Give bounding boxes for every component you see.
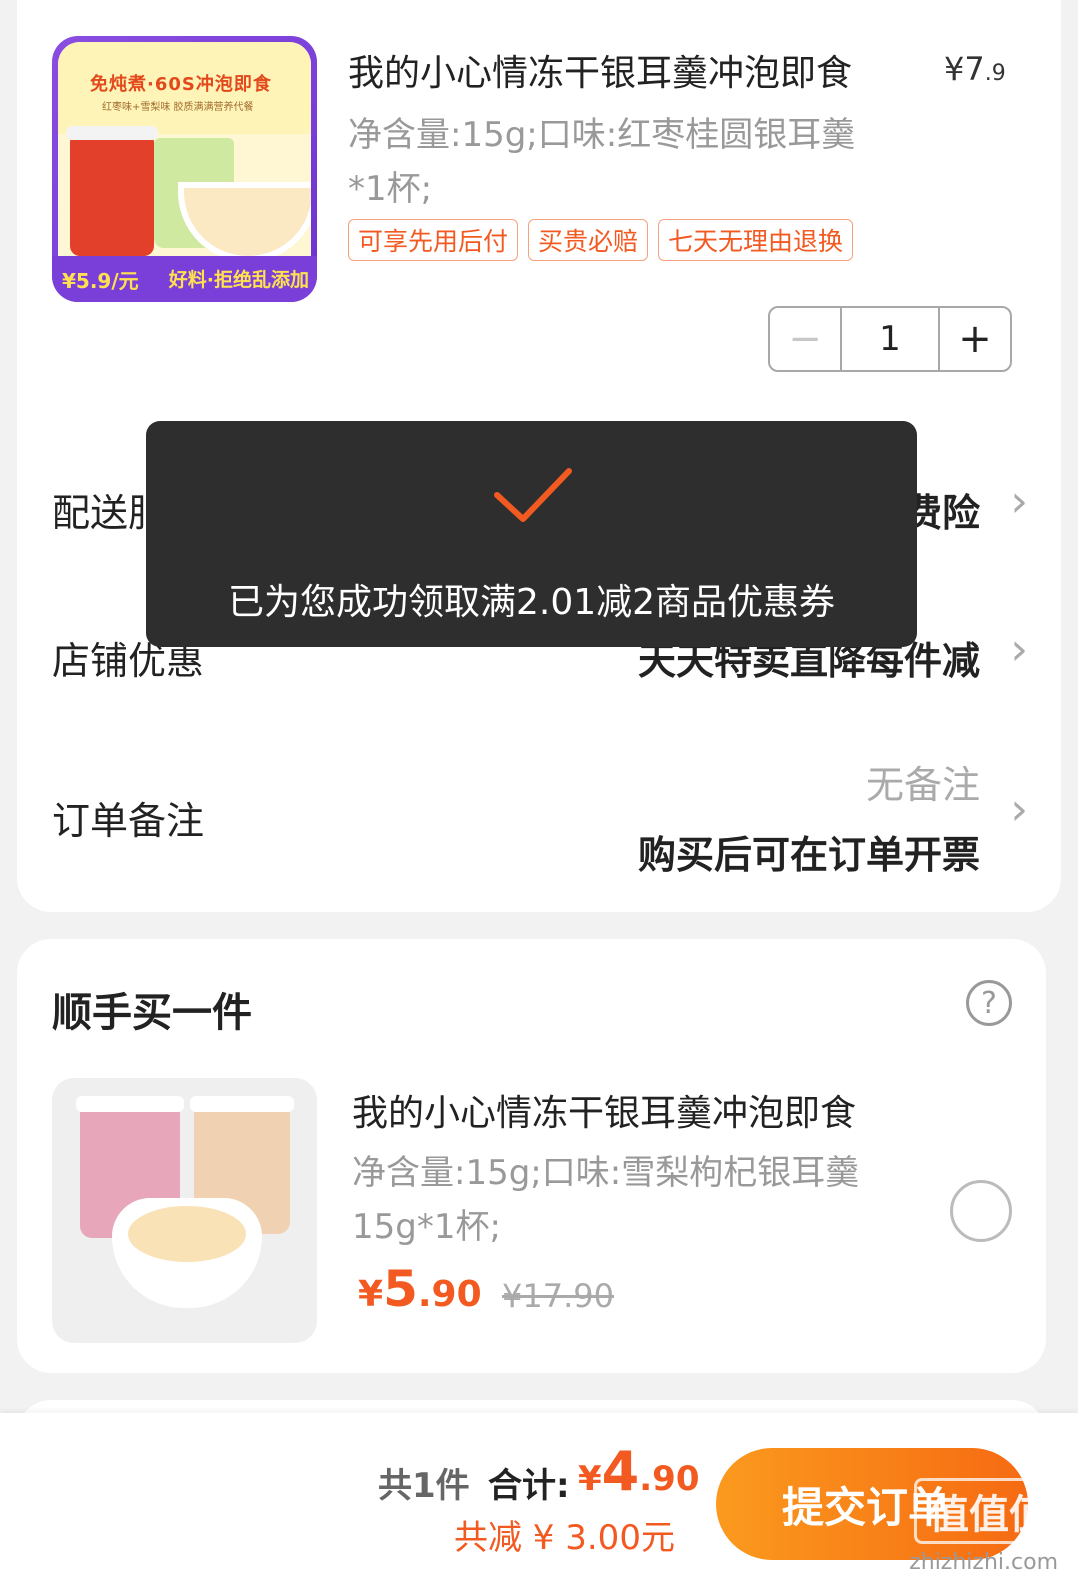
service-tags: 可享先用后付 买贵必赔 七天无理由退换 (348, 219, 854, 261)
total-discount[interactable]: 共减 ¥ 3.00元 (454, 1510, 675, 1559)
tag-price-guarantee: 买贵必赔 (528, 219, 649, 261)
product-image-promo: ¥5.9/元 好料·拒绝乱添加 (52, 256, 317, 302)
checkmark-icon (494, 468, 572, 522)
product-image[interactable]: 免炖煮·60S冲泡即食 红枣味+雪梨味 胶质满满营养代餐 ¥5.9/元 好料·拒… (52, 36, 317, 302)
coupon-toast: 已为您成功领取满2.01减2商品优惠券 (146, 421, 917, 647)
quantity-stepper: − 1 + (768, 306, 1012, 372)
decrease-button[interactable]: − (770, 308, 840, 370)
watermark-site: zhizhizhi.com (909, 1550, 1058, 1575)
product-title[interactable]: 我的小心情冻干银耳羹冲泡即食 (348, 44, 852, 96)
addon-product-title[interactable]: 我的小心情冻干银耳羹冲泡即食 (352, 1084, 856, 1136)
help-icon[interactable]: ? (966, 980, 1012, 1026)
bowl-illustration (112, 1198, 262, 1308)
invoice-note[interactable]: 购买后可在订单开票 (638, 824, 980, 879)
product-image-headline: 免炖煮·60S冲泡即食 (90, 74, 272, 95)
order-remark-empty[interactable]: 无备注 (866, 754, 980, 809)
item-count: 共1件 (378, 1466, 470, 1506)
tag-pay-later: 可享先用后付 (348, 219, 519, 261)
chevron-right-icon[interactable]: › (1010, 784, 1028, 835)
cup-illustration (66, 126, 158, 256)
increase-button[interactable]: + (940, 308, 1010, 370)
addon-price: ¥5.90 (358, 1260, 482, 1318)
tag-seven-day-return: 七天无理由退换 (658, 219, 854, 261)
product-price: ¥7.9 (944, 50, 1006, 88)
product-image-subline: 红枣味+雪梨味 胶质满满营养代餐 (102, 102, 254, 113)
section-title: 顺手买一件 (52, 990, 252, 1036)
toast-message: 已为您成功领取满2.01减2商品优惠券 (227, 582, 836, 623)
addon-select-radio[interactable] (950, 1180, 1012, 1242)
addon-product-image[interactable] (52, 1078, 317, 1343)
addon-original-price: ¥17.90 (502, 1277, 614, 1315)
addon-product-spec: 净含量:15g;口味:雪梨枸杞银耳羹15g*1杯; (352, 1153, 860, 1247)
order-remark-label: 订单备注 (52, 799, 205, 843)
promo-price: ¥5.9/元 (62, 269, 139, 293)
total-label: 合计: (488, 1466, 570, 1506)
chevron-right-icon[interactable]: › (1010, 624, 1028, 675)
watermark-logo: 值值值 (914, 1478, 1064, 1544)
chevron-right-icon[interactable]: › (1010, 476, 1028, 527)
promo-slogan: 好料·拒绝乱添加 (168, 269, 309, 291)
total-price: ¥4.90 (578, 1440, 700, 1503)
bowl-illustration (178, 182, 311, 262)
quantity-value[interactable]: 1 (840, 308, 940, 370)
product-spec[interactable]: 净含量:15g;口味:红枣桂圆银耳羹*1杯; (348, 108, 868, 216)
